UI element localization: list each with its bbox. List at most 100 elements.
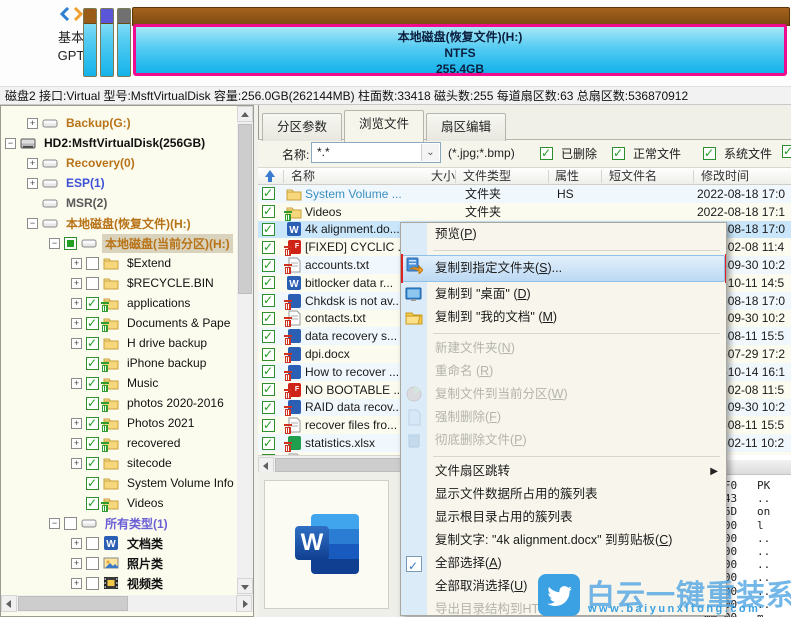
tree-item-16[interactable]: +recovered bbox=[71, 433, 237, 453]
expand-icon[interactable]: + bbox=[71, 298, 82, 309]
file-checkbox[interactable] bbox=[262, 205, 275, 218]
filelist-hscroll-thumb[interactable] bbox=[275, 458, 420, 472]
chevron-down-icon[interactable]: ⌄ bbox=[421, 144, 439, 161]
tree-item-7[interactable]: +$Extend bbox=[71, 253, 237, 273]
tree-item-17[interactable]: +sitecode bbox=[71, 453, 237, 473]
expand-icon[interactable]: + bbox=[71, 378, 82, 389]
expand-icon[interactable]: + bbox=[71, 538, 82, 549]
collapse-icon[interactable]: − bbox=[49, 518, 60, 529]
partition-1-bar[interactable] bbox=[83, 8, 97, 77]
tree-checkbox[interactable] bbox=[86, 437, 99, 450]
column-header-name[interactable]: 名称 bbox=[291, 168, 421, 184]
tree-checkbox[interactable] bbox=[64, 517, 77, 530]
column-header-type[interactable]: 文件类型 bbox=[463, 168, 548, 184]
file-checkbox[interactable] bbox=[262, 437, 275, 450]
collapse-icon[interactable]: − bbox=[27, 218, 38, 229]
next-disk-icon[interactable] bbox=[73, 7, 84, 21]
tab-1[interactable]: 浏览文件 bbox=[344, 110, 424, 142]
expand-icon[interactable]: + bbox=[71, 258, 82, 269]
menu-item-2[interactable]: 复制到指定文件夹(S)... bbox=[401, 254, 726, 283]
tree-item-20[interactable]: −所有类型(1) bbox=[49, 513, 237, 533]
collapse-icon[interactable]: − bbox=[5, 138, 16, 149]
tree-scroll-left-icon[interactable] bbox=[1, 595, 17, 612]
tree-item-23[interactable]: +视频类 bbox=[71, 573, 237, 593]
tree-item-18[interactable]: System Volume Info bbox=[71, 473, 237, 493]
checkbox-icon[interactable] bbox=[612, 147, 625, 160]
expand-icon[interactable]: + bbox=[71, 278, 82, 289]
menu-item-7[interactable]: 重命名 (R) bbox=[401, 360, 726, 383]
file-checkbox[interactable] bbox=[262, 419, 275, 432]
tree-vscroll-thumb[interactable] bbox=[238, 124, 252, 294]
expand-icon[interactable]: + bbox=[27, 178, 38, 189]
file-checkbox[interactable] bbox=[262, 383, 275, 396]
tree-item-12[interactable]: iPhone backup bbox=[71, 353, 237, 373]
tree-hscroll-thumb[interactable] bbox=[18, 596, 128, 611]
tree-item-19[interactable]: Videos bbox=[71, 493, 237, 513]
menu-item-18[interactable]: 导出目录结构到HTM bbox=[401, 598, 726, 617]
tree-checkbox[interactable] bbox=[86, 277, 99, 290]
file-checkbox[interactable] bbox=[262, 365, 275, 378]
filelist-scroll-left-icon[interactable] bbox=[258, 457, 274, 473]
filename-filter-combobox[interactable]: *.* ⌄ bbox=[311, 142, 441, 163]
tree-hscrollbar[interactable] bbox=[1, 595, 253, 612]
menu-item-4[interactable]: 复制到 "我的文档" (M) bbox=[401, 306, 726, 329]
tab-2[interactable]: 扇区编辑 bbox=[426, 113, 506, 141]
tree-checkbox[interactable] bbox=[86, 317, 99, 330]
file-checkbox[interactable] bbox=[262, 187, 275, 200]
tree-scroll-down-icon[interactable] bbox=[237, 578, 253, 594]
selected-partition-bar[interactable]: 本地磁盘(恢复文件)(H:) NTFS 255.4GB bbox=[133, 24, 787, 76]
tree-checkbox[interactable] bbox=[64, 237, 77, 250]
expand-icon[interactable]: + bbox=[71, 578, 82, 589]
tree-item-21[interactable]: +W文档类 bbox=[71, 533, 237, 553]
tree-scroll-right-icon[interactable] bbox=[236, 595, 252, 612]
file-checkbox[interactable] bbox=[262, 241, 275, 254]
tree-item-8[interactable]: +$RECYCLE.BIN bbox=[71, 273, 237, 293]
tree-item-1[interactable]: −HD2:MsftVirtualDisk(256GB) bbox=[5, 133, 237, 153]
checkbox-icon[interactable] bbox=[782, 145, 791, 158]
expand-icon[interactable]: + bbox=[71, 338, 82, 349]
menu-item-15[interactable]: 复制文字: "4k alignment.docx" 到剪贴板(C) bbox=[401, 529, 726, 552]
filter-checkbox-0[interactable]: 已删除 bbox=[540, 145, 597, 162]
tree-item-10[interactable]: +Documents & Pape bbox=[71, 313, 237, 333]
tree-checkbox[interactable] bbox=[86, 297, 99, 310]
column-header-attr[interactable]: 属性 bbox=[555, 168, 601, 184]
tree-checkbox[interactable] bbox=[86, 557, 99, 570]
tree-checkbox[interactable] bbox=[86, 357, 99, 370]
tree-checkbox[interactable] bbox=[86, 417, 99, 430]
collapse-icon[interactable]: − bbox=[49, 238, 60, 249]
tree-item-3[interactable]: +ESP(1) bbox=[27, 173, 237, 193]
tree-scroll-up-icon[interactable] bbox=[237, 106, 253, 122]
tree-item-2[interactable]: +Recovery(0) bbox=[27, 153, 237, 173]
tree-checkbox[interactable] bbox=[86, 457, 99, 470]
file-checkbox[interactable] bbox=[262, 312, 275, 325]
file-checkbox[interactable] bbox=[262, 401, 275, 414]
file-checkbox[interactable] bbox=[262, 223, 275, 236]
menu-item-0[interactable]: 预览(P) bbox=[401, 223, 726, 246]
tree-item-0[interactable]: +Backup(G:) bbox=[27, 113, 237, 133]
expand-icon[interactable]: + bbox=[71, 418, 82, 429]
expand-icon[interactable]: + bbox=[71, 318, 82, 329]
tree-vscrollbar[interactable] bbox=[237, 106, 253, 595]
menu-item-13[interactable]: 显示文件数据所占用的簇列表 bbox=[401, 483, 726, 506]
tree-item-5[interactable]: −本地磁盘(恢复文件)(H:) bbox=[27, 213, 237, 233]
expand-icon[interactable]: + bbox=[71, 558, 82, 569]
tree-checkbox[interactable] bbox=[86, 337, 99, 350]
column-header-size[interactable]: 大小 bbox=[425, 168, 455, 184]
tree-item-11[interactable]: +H drive backup bbox=[71, 333, 237, 353]
tree-checkbox[interactable] bbox=[86, 377, 99, 390]
filter-checkbox-2[interactable]: 系统文件 bbox=[703, 145, 772, 162]
tree-checkbox[interactable] bbox=[86, 477, 99, 490]
expand-icon[interactable]: + bbox=[27, 118, 38, 129]
tree-item-13[interactable]: +Music bbox=[71, 373, 237, 393]
file-row-1[interactable]: Videos文件夹2022-08-18 17:1 bbox=[258, 203, 791, 221]
tree-checkbox[interactable] bbox=[86, 497, 99, 510]
tree-checkbox[interactable] bbox=[86, 397, 99, 410]
menu-item-6[interactable]: 新建文件夹(N) bbox=[401, 337, 726, 360]
expand-icon[interactable]: + bbox=[27, 158, 38, 169]
filter-checkbox-3[interactable] bbox=[782, 145, 791, 158]
checkbox-icon[interactable] bbox=[540, 147, 553, 160]
tree-item-6[interactable]: −本地磁盘(当前分区)(H:) bbox=[49, 233, 237, 253]
menu-item-3[interactable]: 复制到 "桌面" (D) bbox=[401, 283, 726, 306]
file-checkbox[interactable] bbox=[262, 330, 275, 343]
menu-item-14[interactable]: 显示根目录占用的簇列表 bbox=[401, 506, 726, 529]
